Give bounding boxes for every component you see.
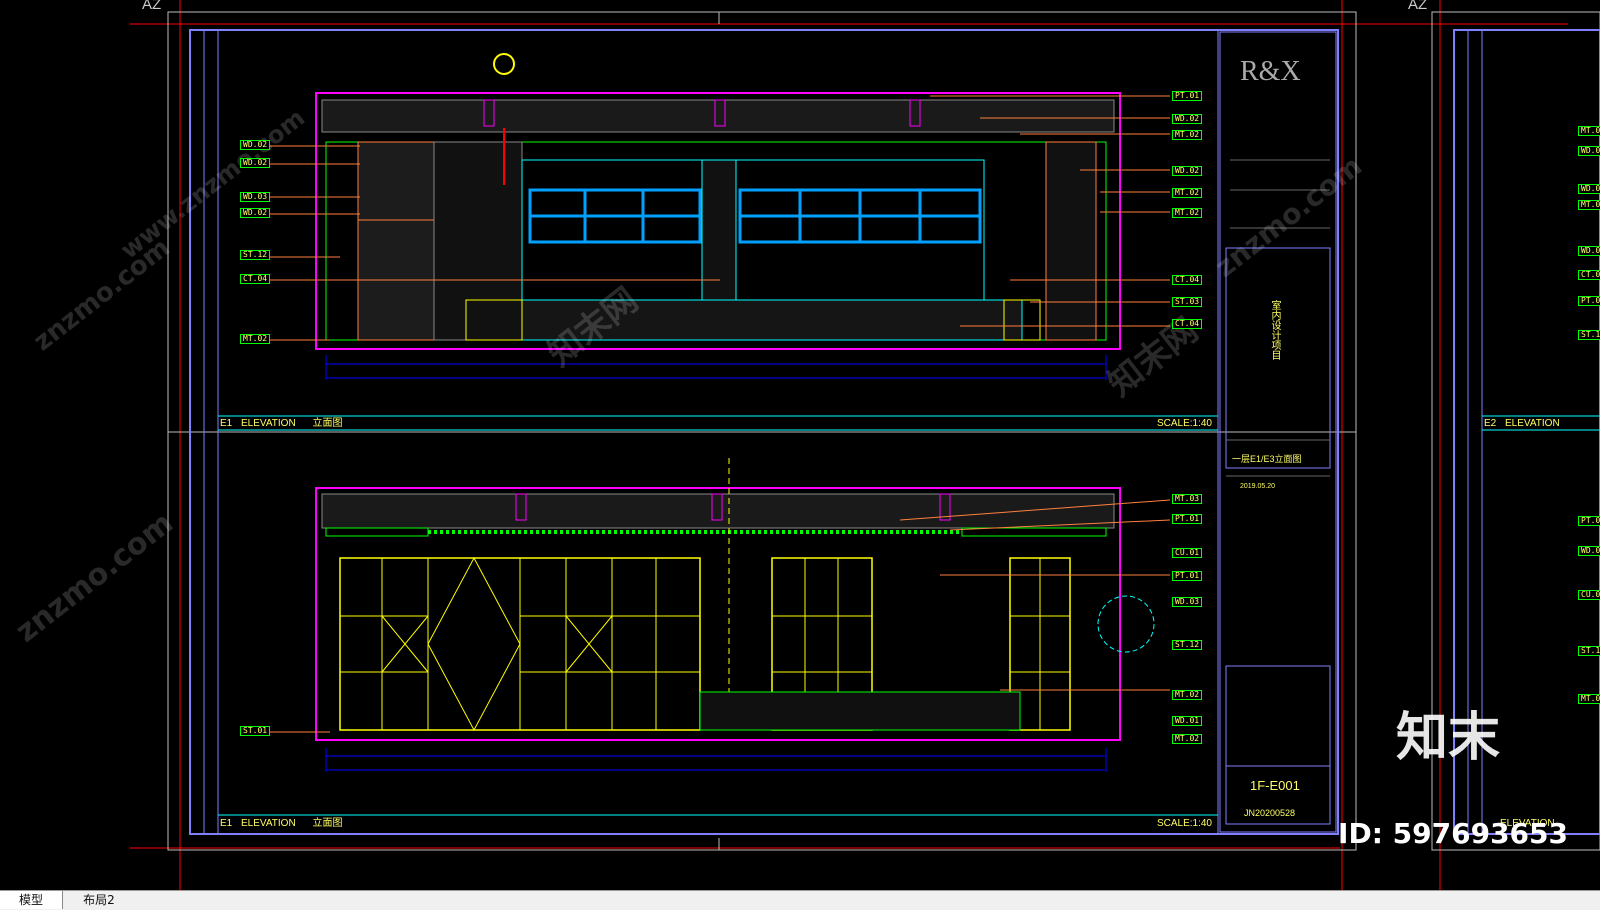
view-sub: 立面图 xyxy=(312,818,343,829)
material-tag: ST.1 xyxy=(1578,330,1600,340)
material-tag: WD.0 xyxy=(1578,146,1600,156)
material-tag: WD.0 xyxy=(1578,546,1600,556)
material-tag: WD.02 xyxy=(1172,166,1203,176)
material-tag: ST.03 xyxy=(1172,297,1203,307)
material-tag: PT.01 xyxy=(1172,571,1203,581)
material-tag: MT.02 xyxy=(1172,734,1203,744)
title-block-project: 室内设计项目 xyxy=(1269,300,1280,360)
material-tag: CT.0 xyxy=(1578,270,1600,280)
material-tag: MT.02 xyxy=(240,334,271,344)
title-block-sheet-no: 1F-E001 xyxy=(1250,778,1300,793)
title-block-logo: R&X xyxy=(1240,56,1301,87)
view-scale: SCALE:1:40 xyxy=(1156,418,1212,429)
material-tag: PT.01 xyxy=(1172,514,1203,524)
material-tag: MT.03 xyxy=(1172,494,1203,504)
material-tag: ST.01 xyxy=(240,726,271,736)
corner-label-left: AZ xyxy=(142,0,162,13)
view-scale: SCALE:1:40 xyxy=(1156,818,1212,829)
material-tag: WD.03 xyxy=(1172,597,1203,607)
material-tag: WD.02 xyxy=(1172,114,1203,124)
material-tag: MT.0 xyxy=(1578,694,1600,704)
material-tag: MT.02 xyxy=(1172,188,1203,198)
view-title-bottom: E1 ELEVATION 立面图 SCALE:1:40 xyxy=(220,818,1216,830)
material-tag: MT.02 xyxy=(1172,130,1203,140)
view-id: E1 xyxy=(220,418,233,429)
corner-label-right: AZ xyxy=(1408,0,1428,13)
material-tag: WD.02 xyxy=(240,158,271,168)
material-tag: ST.12 xyxy=(240,250,271,260)
brand-watermark: 知末 xyxy=(1395,708,1500,768)
cad-canvas[interactable]: znzmo.com www.znzmo.com 知末网 知末网 znzmo.co… xyxy=(0,0,1600,890)
material-tag: CT.04 xyxy=(1172,275,1203,285)
material-tag: PT.0 xyxy=(1578,516,1600,526)
view-sub: 立面图 xyxy=(312,418,343,429)
title-block-date: 2019.05.20 xyxy=(1240,483,1276,490)
title-block-drawing-title: 一层E1/E3立面图 xyxy=(1232,454,1302,464)
material-tag: MT.0 xyxy=(1578,126,1600,136)
material-tag: MT.02 xyxy=(1172,690,1203,700)
layout-tabbar: 模型 布局2 xyxy=(0,890,1600,910)
material-tag: CU.01 xyxy=(1172,548,1203,558)
tab-layout2[interactable]: 布局2 xyxy=(68,891,130,909)
material-tag: CT.04 xyxy=(240,274,271,284)
view-id: E2 xyxy=(1484,418,1497,429)
material-tag: WD.01 xyxy=(1172,716,1203,726)
material-tag: ST.12 xyxy=(1172,640,1203,650)
material-tag: WD.02 xyxy=(240,140,271,150)
view-label: ELEVATION xyxy=(241,418,296,429)
view-label: ELEVATION xyxy=(241,818,296,829)
view-title-top: E1 ELEVATION 立面图 SCALE:1:40 xyxy=(220,418,1216,430)
material-tag: CU.0 xyxy=(1578,590,1600,600)
view-id: E1 xyxy=(220,818,233,829)
material-tag: PT.01 xyxy=(1172,91,1203,101)
material-tag: PT.0 xyxy=(1578,296,1600,306)
material-tag: WD.0 xyxy=(1578,184,1600,194)
right-view-title-top: E2 ELEVATION xyxy=(1484,418,1560,429)
material-tag: MT.02 xyxy=(1172,208,1203,218)
title-block-project-no: JN20200528 xyxy=(1244,808,1296,818)
material-tag: WD.0 xyxy=(1578,246,1600,256)
material-tag: CT.04 xyxy=(1172,319,1203,329)
material-tag: WD.02 xyxy=(240,208,271,218)
view-label: ELEVATION xyxy=(1505,418,1560,429)
material-tag: MT.0 xyxy=(1578,200,1600,210)
material-tag: ST.1 xyxy=(1578,646,1600,656)
tab-model[interactable]: 模型 xyxy=(0,891,63,909)
cad-drawing xyxy=(130,0,1600,890)
id-watermark: ID: 597693653 xyxy=(1338,817,1568,850)
material-tag: WD.03 xyxy=(240,192,271,202)
